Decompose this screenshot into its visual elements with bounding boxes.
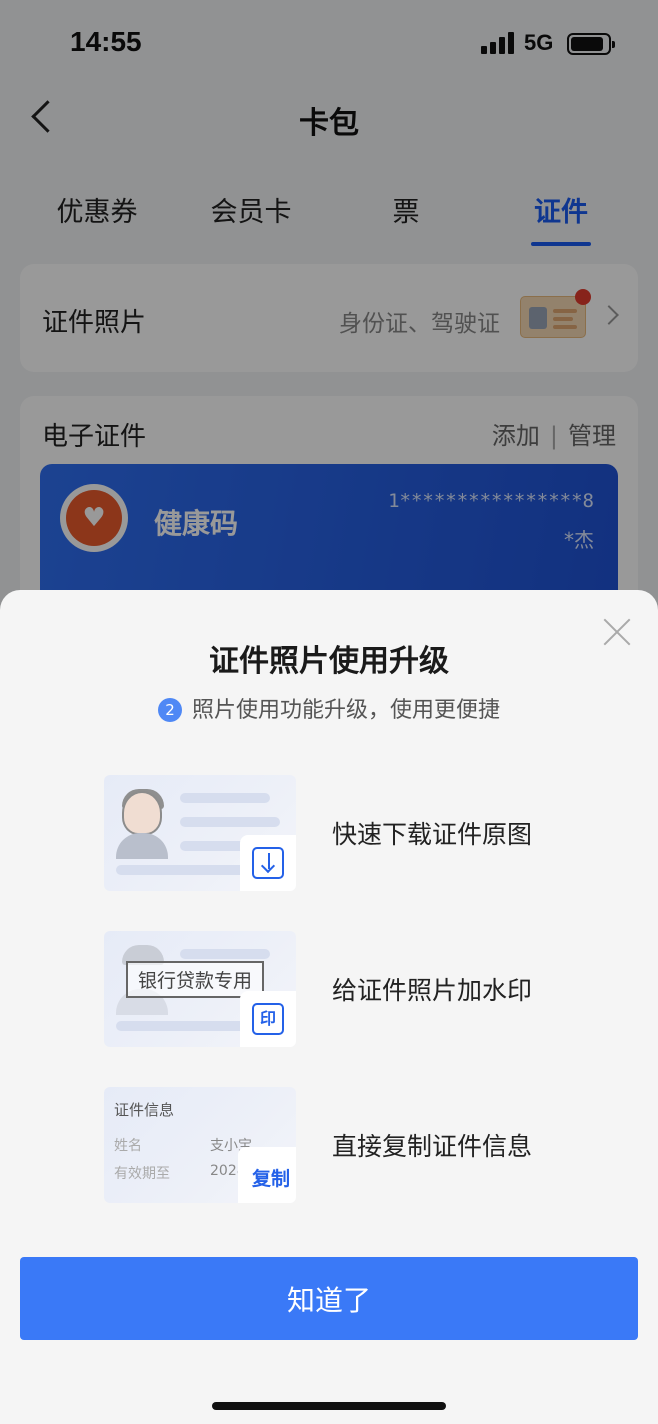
feature-copy-illustration: 证件信息 姓名 支小宝 有效期至 2028 复制 (104, 1087, 296, 1203)
confirm-button[interactable]: 知道了 (20, 1257, 638, 1340)
feature-download-label: 快速下载证件原图 (332, 820, 533, 849)
feature-download-illustration (104, 775, 296, 891)
upgrade-dialog: 证件照片使用升级 2 照片使用功能升级，使用更便捷 快速下载证件原图 银行贷款专用… (0, 590, 658, 1424)
dialog-subtitle-text: 照片使用功能升级，使用更便捷 (191, 698, 500, 723)
feature-copy-label: 直接复制证件信息 (332, 1132, 533, 1161)
stamp-icon: 印 (252, 1003, 284, 1035)
feature-copy: 证件信息 姓名 支小宝 有效期至 2028 复制 直接复制证件信息 (104, 1087, 554, 1203)
dialog-subtitle: 2 照片使用功能升级，使用更便捷 (0, 692, 658, 724)
feature-watermark: 银行贷款专用 印 给证件照片加水印 (104, 931, 554, 1047)
step-badge: 2 (157, 698, 182, 722)
sample-valid-key: 有效期至 (114, 1166, 170, 1182)
home-indicator (212, 1402, 446, 1410)
download-icon (252, 847, 284, 879)
sample-name-key: 姓名 (114, 1138, 142, 1154)
dialog-title: 证件照片使用升级 (209, 644, 449, 679)
feature-download: 快速下载证件原图 (104, 775, 554, 891)
sample-info-title: 证件信息 (114, 1101, 175, 1119)
copy-icon: 复制 (251, 1168, 290, 1190)
feature-watermark-label: 给证件照片加水印 (332, 976, 533, 1005)
feature-watermark-illustration: 银行贷款专用 印 (104, 931, 296, 1047)
